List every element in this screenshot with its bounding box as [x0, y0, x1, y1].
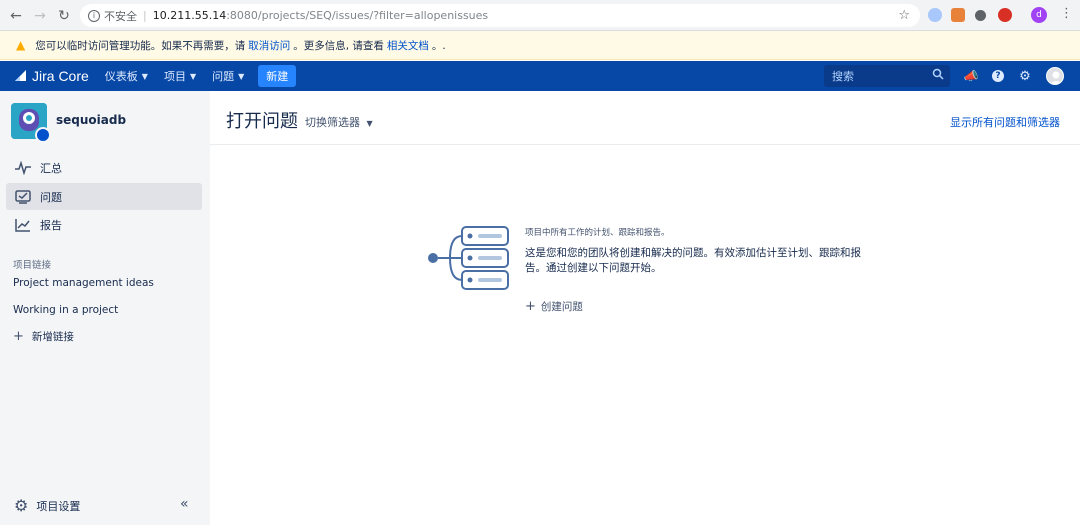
- related-docs-link[interactable]: 相关文档: [387, 38, 429, 53]
- browser-toolbar: ← → ↻ i 不安全 | 10.211.55.14 :8080/project…: [0, 0, 1080, 31]
- plus-icon: +: [525, 299, 536, 314]
- admin-access-banner: ▲ 您可以临时访问管理功能。如果不再需要，请 取消访问 。更多信息, 请查看 相…: [0, 31, 1080, 60]
- jira-top-nav: Jira Core 仪表板 ▼ 项目 ▼ 问题 ▼ 新建 搜索 📣 ? ⚙: [0, 61, 1080, 91]
- banner-text-middle: 。更多信息, 请查看: [293, 39, 384, 52]
- browser-menu-icon[interactable]: ⋮: [1060, 6, 1073, 21]
- chart-icon: [14, 218, 32, 232]
- issues-icon: [14, 189, 32, 204]
- sidebar-item-label: 汇总: [40, 161, 62, 175]
- project-avatar[interactable]: [11, 103, 51, 143]
- search-icon: [932, 68, 944, 80]
- project-sidebar: sequoiadb 汇总 问题 报告 项目链接 Project manageme…: [0, 91, 210, 525]
- menu-issues[interactable]: 问题 ▼: [212, 68, 244, 84]
- forward-icon[interactable]: →: [28, 4, 52, 28]
- switch-filter-dropdown[interactable]: 切换筛选器 ▼: [305, 114, 373, 130]
- extension-circle-icon[interactable]: [975, 10, 986, 21]
- back-icon[interactable]: ←: [4, 4, 28, 28]
- extension-fox-icon[interactable]: [951, 8, 965, 22]
- empty-state-description: 这是您和您的团队将创建和解决的问题。有效添加估计至计划、跟踪和报告。通过创建以下…: [525, 247, 861, 274]
- sidebar-item-reports[interactable]: 报告: [6, 211, 202, 238]
- info-icon[interactable]: i: [88, 9, 100, 22]
- sidebar-item-summary[interactable]: 汇总: [6, 154, 202, 181]
- switch-filter-label: 切换筛选器: [305, 116, 360, 129]
- chevron-down-icon: ▼: [141, 71, 148, 81]
- chevron-down-icon: ▼: [189, 71, 197, 81]
- project-links-heading: 项目链接: [13, 260, 52, 271]
- project-type-badge: [35, 127, 51, 143]
- address-bar[interactable]: i 不安全 | 10.211.55.14 :8080/projects/SEQ/…: [80, 4, 920, 27]
- jira-core-logo[interactable]: Jira Core: [14, 68, 89, 84]
- activity-icon: [14, 160, 32, 175]
- url-separator: |: [143, 9, 147, 22]
- project-settings-button[interactable]: ⚙ 项目设置: [14, 496, 80, 515]
- issues-empty-state-illustration: [428, 226, 509, 290]
- sidebar-item-label: 报告: [40, 218, 62, 232]
- menu-projects[interactable]: 项目 ▼: [164, 68, 196, 84]
- project-name[interactable]: sequoiadb: [56, 113, 126, 127]
- create-button[interactable]: 新建: [258, 65, 297, 87]
- settings-gear-icon[interactable]: ⚙: [1017, 68, 1033, 84]
- empty-state-caption: 项目中所有工作的计划、跟踪和报告。: [525, 228, 670, 238]
- show-all-issues-link[interactable]: 显示所有问题和筛选器: [950, 114, 1060, 130]
- profile-avatar-icon[interactable]: d: [1031, 7, 1047, 23]
- jira-logo-icon: [15, 70, 26, 81]
- menu-issues-label: 问题: [212, 70, 235, 83]
- bookmark-star-icon[interactable]: ☆: [898, 8, 910, 23]
- url-host: 10.211.55.14: [152, 9, 227, 22]
- header-divider: [210, 144, 1080, 145]
- user-avatar-icon: [1049, 71, 1063, 84]
- insecure-label[interactable]: 不安全: [104, 8, 137, 24]
- page-title: 打开问题: [226, 111, 298, 132]
- settings-gear-icon: ⚙: [14, 496, 29, 515]
- chevron-down-icon: ▼: [366, 119, 373, 128]
- create-issue-button[interactable]: + 创建问题: [525, 299, 583, 314]
- menu-dashboards[interactable]: 仪表板 ▼: [105, 68, 148, 84]
- notifications-megaphone-icon[interactable]: 📣: [963, 68, 979, 84]
- url-path: :8080/projects/SEQ/issues/?filter=allope…: [226, 9, 489, 22]
- project-link-item[interactable]: Project management ideas: [13, 277, 154, 289]
- search-input[interactable]: 搜索: [824, 65, 950, 87]
- user-avatar[interactable]: [1046, 67, 1064, 85]
- sidebar-item-label: 问题: [40, 190, 62, 204]
- project-link-item[interactable]: Working in a project: [13, 304, 118, 316]
- project-settings-label: 项目设置: [36, 499, 81, 513]
- banner-text-after: 。.: [431, 39, 446, 52]
- plus-icon: +: [13, 329, 24, 344]
- add-link-button[interactable]: + 新增链接: [13, 329, 74, 344]
- collapse-sidebar-icon[interactable]: «: [180, 496, 189, 512]
- menu-projects-label: 项目: [163, 70, 186, 83]
- extension-red-icon[interactable]: [998, 8, 1012, 22]
- warning-icon: ▲: [16, 38, 26, 52]
- search-placeholder: 搜索: [832, 70, 854, 83]
- menu-dashboards-label: 仪表板: [104, 70, 138, 83]
- create-issue-label: 创建问题: [540, 301, 583, 313]
- reload-icon[interactable]: ↻: [52, 4, 76, 28]
- banner-text-before: 您可以临时访问管理功能。如果不再需要，请: [35, 39, 246, 52]
- sidebar-item-issues[interactable]: 问题: [6, 183, 202, 210]
- revoke-access-link[interactable]: 取消访问: [248, 38, 290, 53]
- extension-translate-icon[interactable]: [928, 8, 942, 22]
- product-name: Jira Core: [32, 68, 89, 84]
- chevron-down-icon: ▼: [238, 71, 245, 81]
- add-link-label: 新增链接: [31, 331, 74, 343]
- help-icon[interactable]: ?: [990, 68, 1006, 84]
